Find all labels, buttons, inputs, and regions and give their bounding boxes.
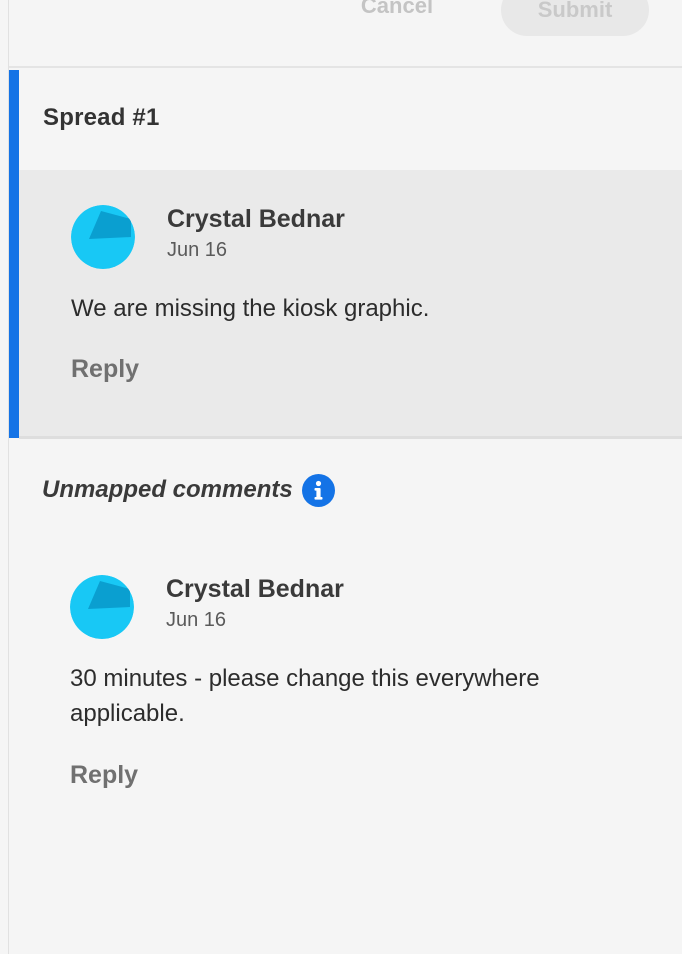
comment: Crystal Bednar Jun 16 We are missing the… — [71, 205, 651, 425]
comment-card[interactable]: Crystal Bednar Jun 16 We are missing the… — [19, 170, 682, 439]
spread-header[interactable]: Spread #1 — [19, 70, 682, 170]
avatar — [70, 575, 134, 639]
comment-action-bar: Cancel Submit — [9, 0, 682, 68]
spread-section: Spread #1 Crystal Bednar Jun 16 We are m… — [9, 70, 682, 439]
spread-title: Spread #1 — [43, 104, 160, 131]
comment-author: Crystal Bednar — [167, 205, 345, 233]
reply-button[interactable]: Reply — [70, 761, 138, 790]
comments-panel: Cancel Submit Spread #1 Crystal Bednar J… — [8, 0, 682, 954]
selection-accent-bar — [9, 70, 19, 438]
comment-author: Crystal Bednar — [166, 575, 344, 603]
comment[interactable]: Crystal Bednar Jun 16 30 minutes - pleas… — [70, 575, 650, 805]
cancel-button[interactable]: Cancel — [349, 0, 445, 26]
info-icon[interactable] — [302, 474, 335, 507]
avatar-shape-icon — [71, 205, 135, 269]
comment-date: Jun 16 — [167, 239, 228, 261]
reply-button[interactable]: Reply — [71, 355, 139, 384]
unmapped-comments-header: Unmapped comments — [9, 470, 682, 514]
comment-date: Jun 16 — [166, 609, 227, 631]
avatar-shape-icon — [70, 575, 134, 639]
comment-text: We are missing the kiosk graphic. — [71, 295, 430, 322]
unmapped-comments-title: Unmapped comments — [42, 476, 293, 503]
submit-button[interactable]: Submit — [501, 0, 649, 36]
avatar — [71, 205, 135, 269]
comment-text: 30 minutes - please change this everywhe… — [70, 665, 540, 727]
